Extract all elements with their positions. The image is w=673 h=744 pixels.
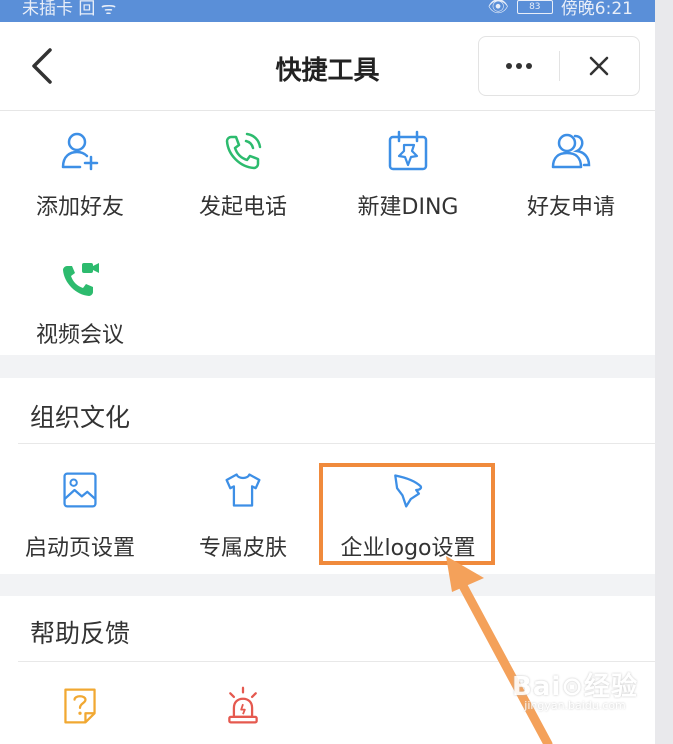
tool-label: 发起电话 (198, 195, 287, 220)
more-button[interactable] (479, 37, 559, 95)
phone-call-icon (225, 132, 262, 170)
status-right: 👁 83 傍晚6:21 (487, 0, 633, 19)
tool-label: 企业logo设置 (340, 536, 476, 561)
tool-exclusive-skin[interactable]: 专属皮肤 (163, 470, 323, 562)
section-title: 帮助反馈 (30, 619, 131, 648)
carrier-status: 未插卡 回 ᯤ (22, 0, 117, 19)
tool-add-friend[interactable]: 添加好友 (0, 129, 160, 221)
tool-start-call[interactable]: 发起电话 (163, 129, 323, 221)
tool-label: 专属皮肤 (198, 536, 287, 561)
tool-label: 好友申请 (526, 195, 615, 220)
tool-label: 启动页设置 (24, 536, 135, 561)
question-doc-icon (64, 688, 96, 724)
capsule-menu (478, 36, 640, 96)
eye-icon: 👁 (487, 0, 509, 17)
tshirt-icon (225, 473, 261, 507)
culture-section: 组织文化 启动页设置 专属皮肤 企业logo设置 (0, 378, 655, 574)
friends-icon (551, 133, 591, 169)
right-edge (655, 0, 673, 744)
wing-logo-icon (394, 474, 423, 508)
add-friend-icon (61, 132, 99, 171)
watermark-url: jingyan.baidu.com (524, 699, 626, 712)
tool-report-alarm[interactable] (163, 686, 323, 730)
section-title: 组织文化 (30, 403, 131, 432)
tool-label: 添加好友 (35, 195, 124, 220)
close-icon (589, 56, 609, 76)
close-button[interactable] (560, 37, 640, 95)
tool-friend-requests[interactable]: 好友申请 (491, 129, 651, 221)
more-icon (505, 63, 532, 69)
tool-help-center[interactable] (0, 686, 160, 730)
section-divider (18, 661, 655, 662)
tool-company-logo[interactable]: 企业logo设置 (328, 470, 488, 562)
tool-label: 视频会议 (35, 323, 124, 348)
watermark-brand: Bai⊙经验 (512, 672, 639, 702)
tool-splash-settings[interactable]: 启动页设置 (0, 470, 160, 562)
tools-section: 添加好友 发起电话 新建DING 好友申请 视频会议 (0, 111, 655, 355)
battery-icon: 83 (516, 0, 553, 14)
nav-bar: 快捷工具 (0, 22, 655, 111)
image-icon (63, 472, 97, 508)
tool-new-ding[interactable]: 新建DING (328, 129, 488, 221)
status-bar: 未插卡 回 ᯤ 👁 83 傍晚6:21 (0, 0, 655, 22)
video-call-icon (63, 263, 99, 296)
alarm-light-icon (228, 686, 258, 724)
status-time: 傍晚6:21 (560, 0, 633, 19)
tool-video-meeting[interactable]: 视频会议 (0, 257, 160, 349)
ding-calendar-icon (388, 130, 428, 171)
tool-label: 新建DING (357, 195, 459, 220)
section-divider (18, 443, 655, 444)
watermark: Bai⊙经验 jingyan.baidu.com (512, 666, 638, 712)
